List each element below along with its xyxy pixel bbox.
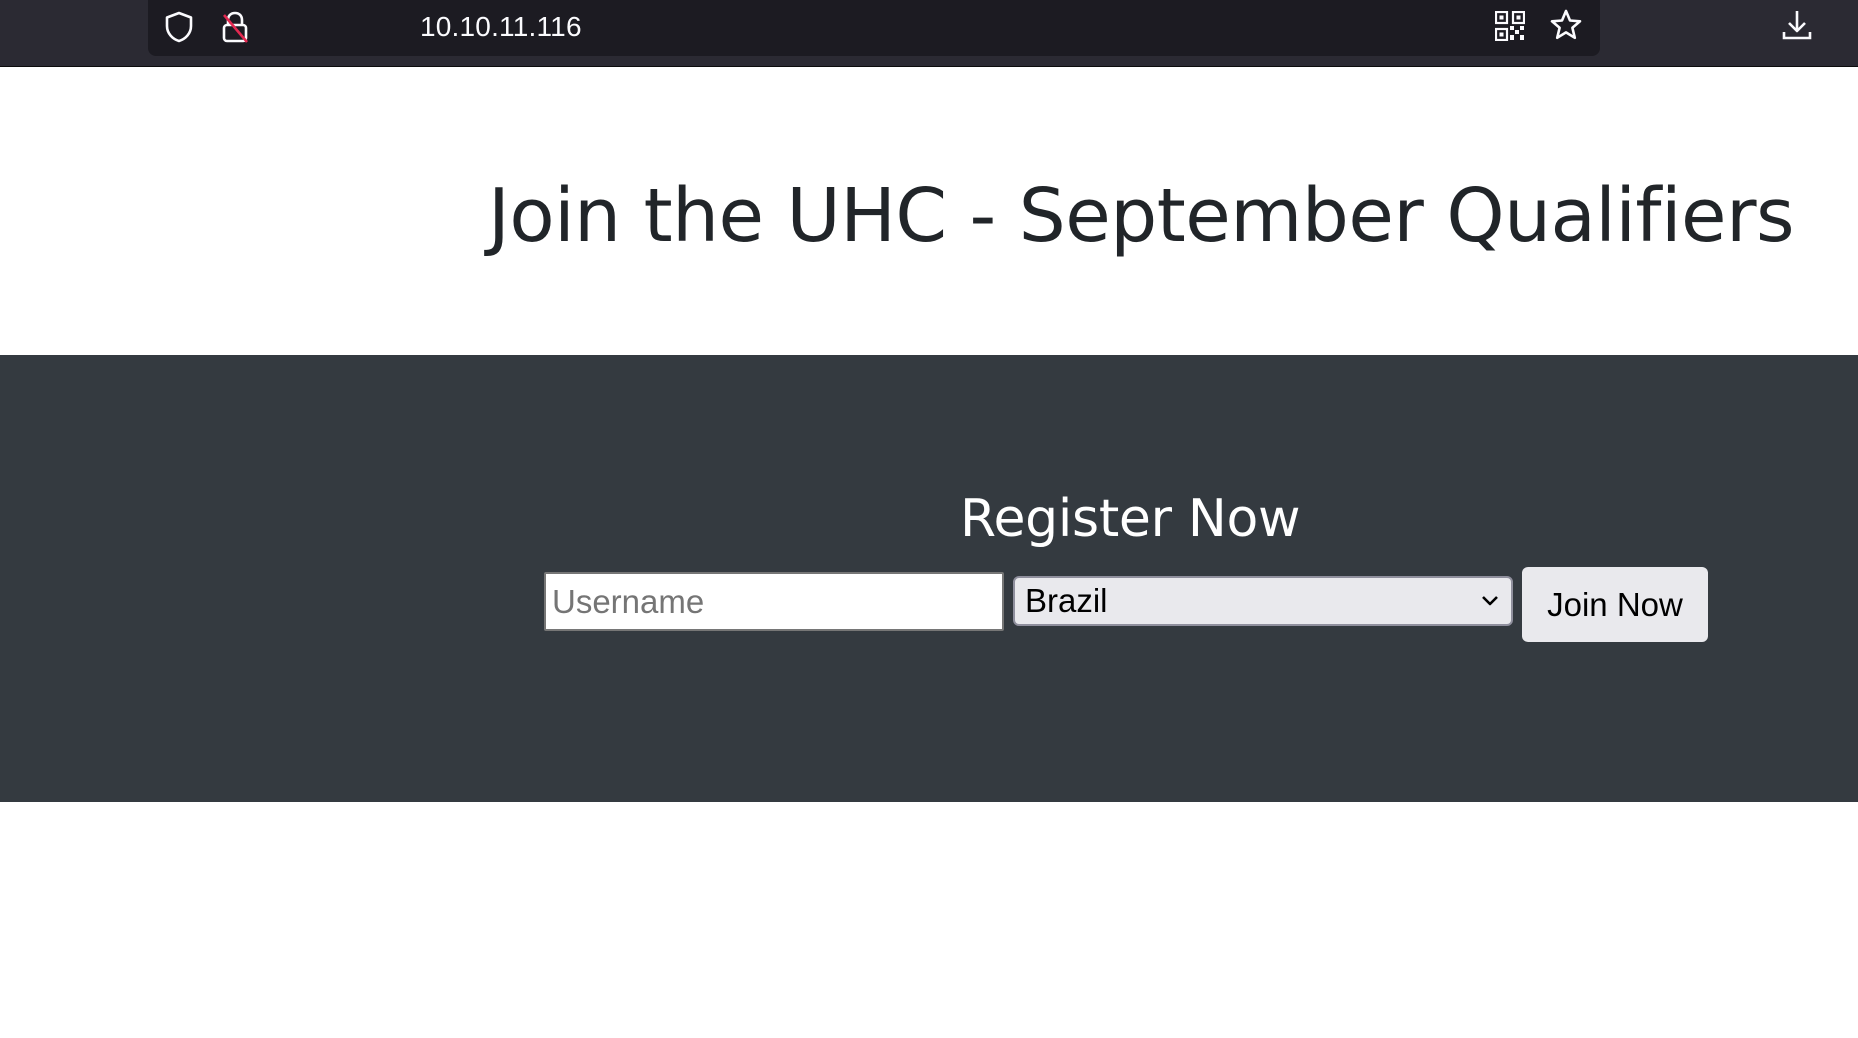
qr-code-icon[interactable]	[1492, 8, 1528, 44]
browser-toolbar: 10.10.11.116	[0, 0, 1858, 67]
register-heading: Register Now	[960, 489, 1301, 549]
username-input[interactable]	[544, 572, 1004, 631]
join-now-button[interactable]: Join Now	[1522, 567, 1708, 642]
url-text[interactable]: 10.10.11.116	[420, 9, 582, 45]
country-select-value: Brazil	[1025, 582, 1108, 619]
country-select[interactable]: Brazil	[1013, 576, 1513, 626]
url-bar[interactable]: 10.10.11.116	[148, 0, 1600, 56]
page-title: Join the UHC - September Qualifiers	[488, 173, 1795, 259]
download-icon[interactable]	[1779, 7, 1815, 43]
lock-slash-icon[interactable]	[218, 10, 252, 44]
shield-icon[interactable]	[162, 10, 196, 44]
star-icon[interactable]	[1548, 7, 1584, 43]
chevron-down-icon	[1482, 596, 1498, 606]
